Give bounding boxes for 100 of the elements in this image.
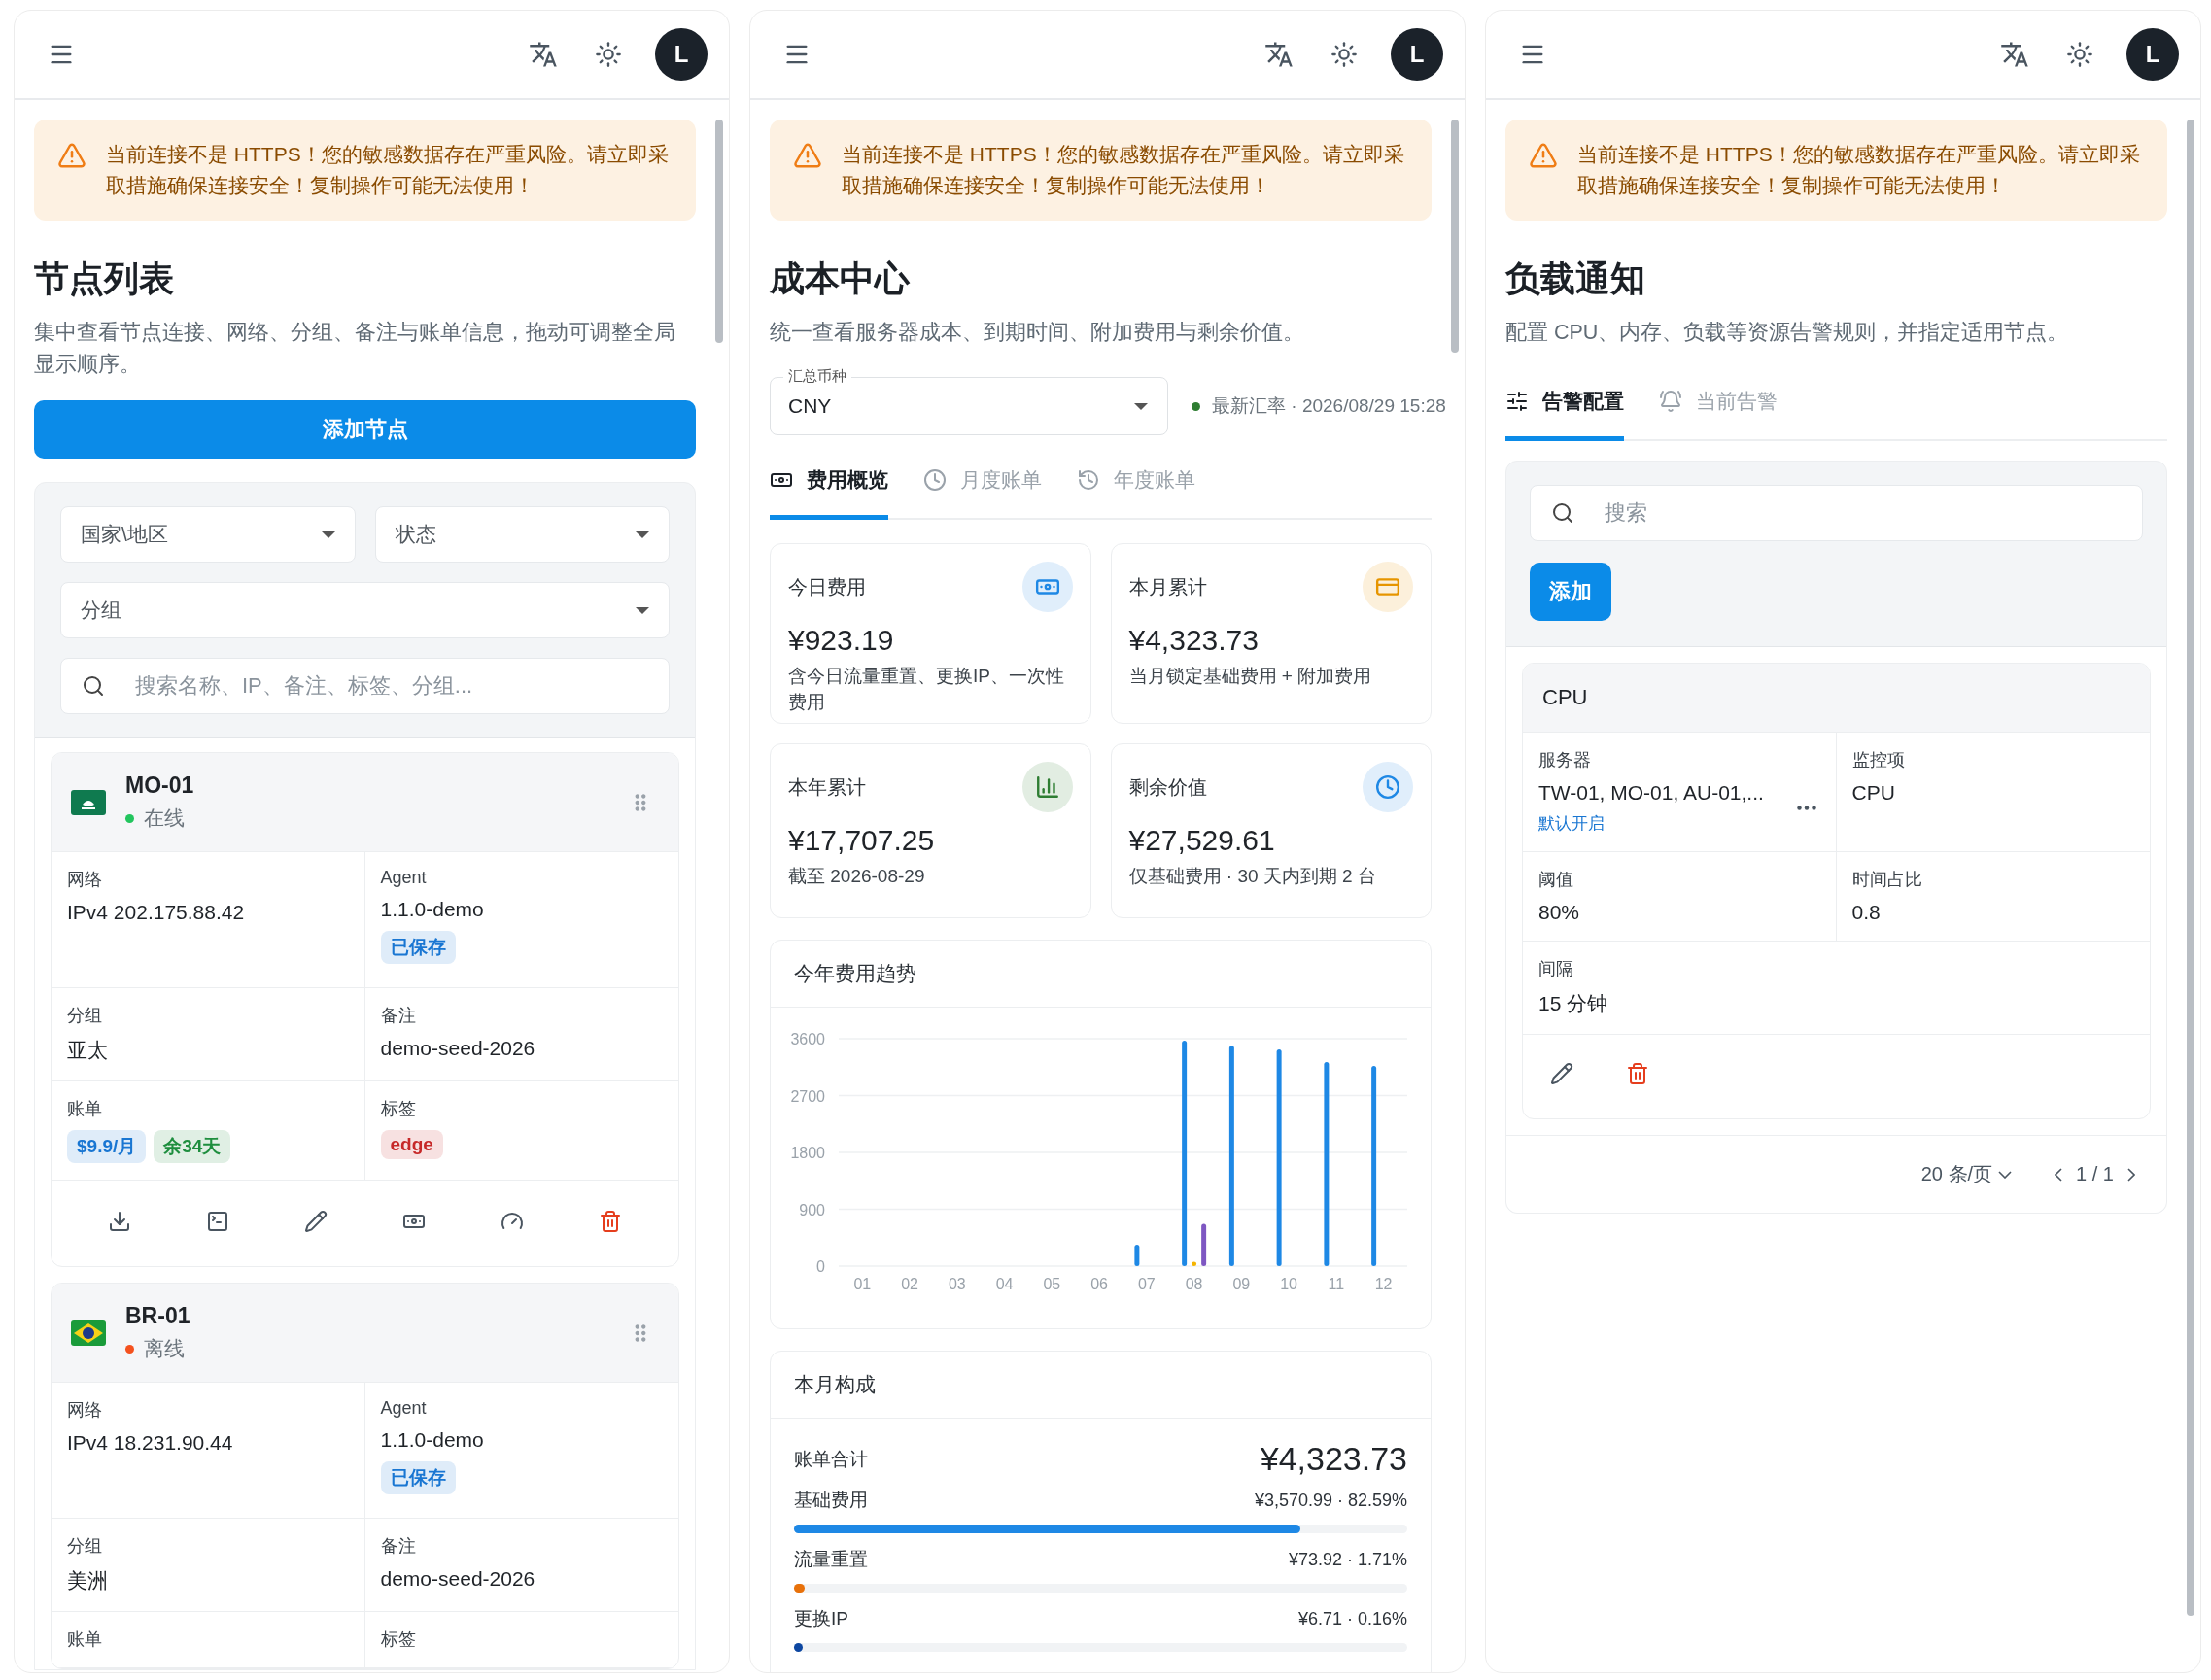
add-node-button[interactable]: 添加节点: [34, 400, 696, 459]
field-label: Agent: [380, 868, 428, 888]
stat-value: ¥27,529.61: [1128, 824, 1276, 857]
axis-label: 11: [1328, 1276, 1345, 1292]
node-name: BR-01: [125, 1303, 191, 1329]
total-label: 账单合计: [794, 1447, 868, 1471]
warning-icon: [57, 141, 86, 170]
warning-text: 当前连接不是 HTTPS！您的敏感数据存在严重风险。请立即采取措施确保连接安全！复制操作可能无法使用！: [1577, 142, 2141, 198]
cost-label: 流量重置: [794, 1548, 868, 1571]
chevron-down-icon: [1998, 1170, 2013, 1179]
axis-label: 0: [816, 1258, 825, 1275]
add-button[interactable]: 添加: [1530, 563, 1611, 621]
stat-title: 剩余价值: [1128, 774, 1207, 800]
node-status: 在线: [144, 806, 185, 831]
tag-badge: $9.9/月: [67, 1130, 147, 1163]
terminal-icon: [206, 1210, 230, 1233]
field-value: 1.1.0-demo: [380, 1428, 485, 1452]
field-value: demo-seed-2026: [380, 1567, 536, 1591]
search-icon: [82, 674, 105, 698]
rule-title: CPU: [1542, 685, 1588, 710]
trash-icon: [598, 1210, 622, 1233]
axis-label: 2700: [790, 1087, 825, 1105]
exchange-rate-text: 最新汇率 · 2026/08/29 15:28: [1212, 394, 1446, 418]
field-label: 分组: [67, 1535, 103, 1558]
field-label: 备注: [380, 1005, 417, 1027]
caret-icon: [636, 531, 649, 538]
tab[interactable]: 告警配置: [1505, 368, 1624, 441]
user-avatar[interactable]: L: [1391, 28, 1443, 81]
translate-icon: [2000, 40, 2029, 69]
field-value: 1.1.0-demo: [380, 898, 485, 921]
sun-icon: [595, 41, 622, 68]
total-amount: ¥4,323.73: [1260, 1440, 1407, 1478]
download-icon: [108, 1210, 132, 1233]
field-value: 美洲: [67, 1568, 109, 1594]
chart-bar: [1192, 1261, 1197, 1266]
stat-note: 当月锁定基础费用 + 附加费用: [1128, 665, 1373, 688]
warning-text: 当前连接不是 HTTPS！您的敏感数据存在严重风险。请立即采取措施确保连接安全！复制操作可能无法使用！: [842, 142, 1405, 198]
search-icon: [1551, 501, 1574, 525]
cost-amount: ¥73.92 · 1.71%: [1288, 1549, 1407, 1570]
field-label: 账单: [67, 1098, 103, 1120]
field-value: IPv4 202.175.88.42: [67, 901, 246, 924]
cost-label: 基础费用: [794, 1489, 868, 1512]
page-size-select[interactable]: 20 条/页: [1920, 1161, 2013, 1187]
field-label: 阈值: [1538, 869, 1574, 891]
sun-icon: [2066, 41, 2093, 68]
field-label: 监控项: [1851, 749, 1906, 771]
stat-value: ¥17,707.25: [788, 824, 936, 857]
field-label: Agent: [380, 1398, 428, 1419]
tag-badge: 已保存: [380, 1461, 456, 1494]
page-description: 集中查看节点连接、网络、分组、备注与账单信息，拖动可调整全局显示顺序。: [34, 320, 676, 378]
tag-badge: edge: [380, 1130, 443, 1159]
tag-badge: 已保存: [380, 931, 456, 964]
card-title: 今年费用趋势: [771, 941, 1431, 1008]
filter-select[interactable]: 分组: [60, 582, 670, 638]
field-label: 间隔: [1538, 958, 1574, 980]
chevron-right-icon: [2127, 1167, 2135, 1182]
field-value: 亚太: [67, 1038, 109, 1063]
field-value: 0.8: [1851, 901, 1882, 924]
tab[interactable]: 费用概览: [770, 447, 888, 520]
sliders-icon: [1505, 390, 1529, 413]
field-value: IPv4 18.231.90.44: [67, 1431, 234, 1455]
axis-label: 08: [1185, 1276, 1203, 1292]
axis-label: 01: [853, 1276, 872, 1292]
chart-bar: [1134, 1244, 1140, 1266]
default-on-link[interactable]: 默认开启: [1538, 812, 1764, 835]
page-title: 节点列表: [34, 257, 175, 300]
filter-select[interactable]: 国家\地区: [60, 506, 356, 563]
clock-icon: [923, 468, 947, 492]
field-label: 网络: [67, 1399, 103, 1422]
user-avatar[interactable]: L: [655, 28, 708, 81]
warning-icon: [1529, 141, 1558, 170]
user-avatar[interactable]: L: [2126, 28, 2179, 81]
trash-icon: [1626, 1062, 1649, 1085]
translate-icon: [1264, 40, 1294, 69]
stat-note: 含今日流量重置、更换IP、一次性费用: [788, 665, 1065, 714]
stat-value: ¥923.19: [788, 624, 895, 657]
warning-text: 当前连接不是 HTTPS！您的敏感数据存在严重风险。请立即采取措施确保连接安全！复制操作可能无法使用！: [106, 142, 670, 198]
search-field[interactable]: 搜索名称、IP、备注、标签、分组...: [60, 658, 670, 714]
stat-title: 今日费用: [788, 574, 866, 600]
bell-icon: [1659, 390, 1682, 413]
translate-icon: [529, 40, 558, 69]
page-description: 统一查看服务器成本、到期时间、附加费用与剩余价值。: [770, 320, 1305, 346]
caret-icon: [636, 606, 649, 614]
pencil-icon: [1550, 1062, 1573, 1085]
cost-amount: ¥6.71 · 0.16%: [1297, 1608, 1407, 1629]
field-value: demo-seed-2026: [380, 1037, 536, 1060]
field-value: 15 分钟: [1538, 991, 1609, 1016]
card-title: 本月构成: [771, 1352, 1431, 1419]
filter-select[interactable]: 状态: [374, 506, 670, 563]
caret-icon: [1134, 402, 1148, 410]
field-label: 网络: [67, 869, 103, 891]
axis-label: 10: [1280, 1276, 1297, 1292]
field-value: 80%: [1538, 901, 1581, 924]
page-title: 负载通知: [1505, 257, 1646, 300]
page-title: 成本中心: [770, 257, 911, 300]
axis-label: 1800: [790, 1145, 825, 1161]
sun-icon: [1330, 41, 1358, 68]
axis-label: 12: [1374, 1276, 1393, 1292]
search-field[interactable]: 搜索: [1530, 485, 2143, 541]
page-indicator: 1 / 1: [2076, 1163, 2114, 1185]
